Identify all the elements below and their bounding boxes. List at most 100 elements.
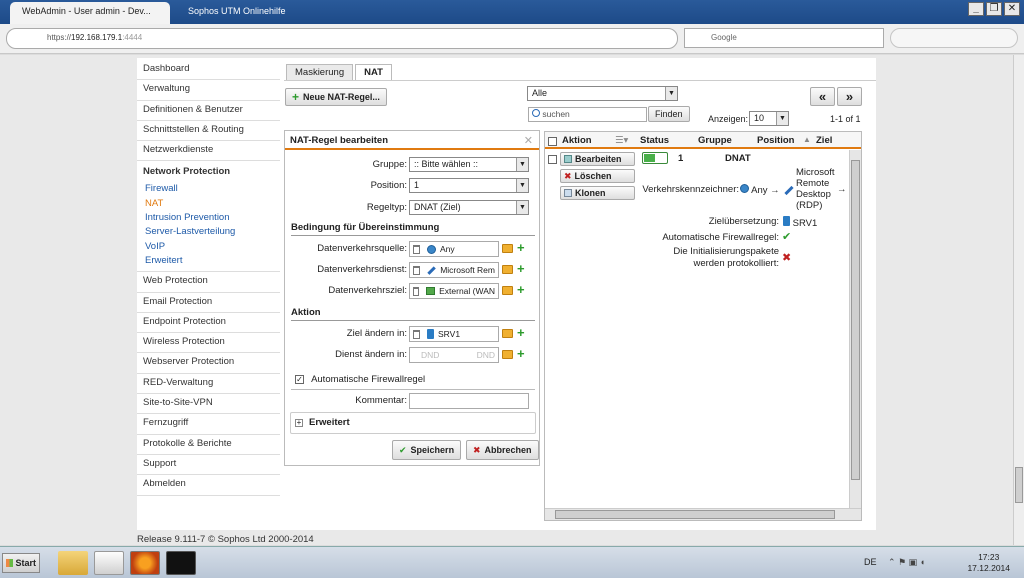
new-nat-rule-button[interactable]: + Neue NAT-Regel...	[285, 88, 387, 106]
sidebar-subitem-voip[interactable]: VoIP	[143, 240, 280, 254]
tray-icons[interactable]: ⌃ ⚑ ▣ ◖	[888, 557, 925, 568]
folder-icon[interactable]	[502, 329, 513, 338]
plus-icon[interactable]: +	[517, 325, 525, 340]
trash-icon[interactable]	[413, 265, 420, 275]
browser-tab-webadmin[interactable]: WebAdmin - User admin - Dev...	[10, 2, 170, 24]
column-group[interactable]: Gruppe	[698, 135, 732, 146]
sidebar-item-definitions[interactable]: Definitionen & Benutzer	[137, 101, 280, 121]
plus-icon[interactable]: +	[517, 346, 525, 361]
sidebar-group-title[interactable]: Network Protection	[143, 165, 280, 182]
browser-nav-controls[interactable]	[890, 28, 1018, 48]
change-service-field[interactable]: DND DND	[409, 347, 499, 363]
start-button[interactable]: Start	[2, 553, 40, 573]
translation-value: SRV1	[783, 216, 817, 229]
page-scrollbar-thumb[interactable]	[1015, 467, 1023, 503]
filter-select[interactable]: Alle ▼	[527, 86, 678, 101]
column-destination[interactable]: Ziel	[816, 135, 832, 146]
sidebar-item-logout[interactable]: Abmelden	[137, 475, 280, 496]
clock[interactable]: 17:23 17.12.2014	[967, 552, 1010, 574]
plus-icon[interactable]: +	[517, 282, 525, 297]
auto-firewall-checkbox[interactable]: ✓	[295, 374, 304, 384]
plus-icon[interactable]: +	[517, 261, 525, 276]
column-status[interactable]: Status	[640, 135, 669, 146]
sidebar-item-red[interactable]: RED-Verwaltung	[137, 374, 280, 395]
grid-horizontal-scrollbar[interactable]	[545, 508, 861, 520]
sidebar-subitem-ips[interactable]: Intrusion Prevention	[143, 211, 280, 225]
sidebar-item-email-protection[interactable]: Email Protection	[137, 293, 280, 313]
traffic-service-field[interactable]: Microsoft Rem	[409, 262, 499, 278]
show-count-value: 10	[754, 113, 765, 123]
sidebar-item-webserver-protection[interactable]: Webserver Protection	[137, 353, 280, 374]
position-select[interactable]: 1 ▼	[409, 178, 529, 193]
sidebar-item-remote-access[interactable]: Fernzugriff	[137, 414, 280, 435]
sidebar-subitem-firewall[interactable]: Firewall	[143, 182, 280, 196]
firefox-icon[interactable]	[130, 551, 160, 575]
folder-icon[interactable]	[502, 350, 513, 359]
sidebar-item-web-protection[interactable]: Web Protection	[137, 272, 280, 293]
edit-row-button[interactable]: Bearbeiten	[560, 152, 635, 166]
row-checkbox[interactable]	[548, 153, 557, 165]
folder-icon[interactable]	[502, 286, 513, 295]
status-toggle[interactable]	[642, 152, 668, 164]
find-button[interactable]: Finden	[648, 106, 690, 122]
language-indicator[interactable]: DE	[864, 557, 877, 567]
sidebar-item-dashboard[interactable]: Dashboard	[137, 60, 280, 81]
sidebar-item-endpoint-protection[interactable]: Endpoint Protection	[137, 313, 280, 334]
trash-icon[interactable]	[413, 244, 420, 254]
grid-search-input[interactable]: suchen	[528, 107, 647, 122]
ruletype-select[interactable]: DNAT (Ziel) ▼	[409, 200, 529, 215]
browser-search-input[interactable]: Google	[684, 28, 884, 48]
explorer-icon[interactable]	[58, 551, 88, 575]
minimize-button[interactable]: _	[968, 2, 984, 16]
service-icon	[784, 185, 794, 196]
clone-row-button[interactable]: Klonen	[560, 186, 635, 200]
sidebar-item-wireless-protection[interactable]: Wireless Protection	[137, 333, 280, 354]
sidebar-item-site-to-site-vpn[interactable]: Site-to-Site-VPN	[137, 394, 280, 415]
browser-tab-help[interactable]: Sophos UTM Onlinehilfe	[176, 2, 326, 24]
prev-page-button[interactable]: «	[810, 87, 835, 106]
traffic-destination-field[interactable]: External (WAN	[409, 283, 499, 299]
comment-input[interactable]	[409, 393, 529, 409]
page-scrollbar[interactable]	[1013, 55, 1024, 545]
expand-icon[interactable]: +	[295, 419, 303, 427]
sidebar-item-network-services[interactable]: Netzwerkdienste	[137, 141, 280, 162]
save-button[interactable]: ✔ Speichern	[392, 440, 462, 460]
url-bar[interactable]: https://192.168.179.1:4444	[6, 28, 678, 49]
tab-divider	[284, 80, 876, 81]
server-icon	[783, 216, 790, 226]
sidebar-item-verwaltung[interactable]: Verwaltung	[137, 80, 280, 101]
console-icon[interactable]	[166, 551, 196, 575]
tab-masquerading[interactable]: Maskierung	[286, 64, 354, 80]
close-icon[interactable]: ✕	[524, 134, 533, 147]
plus-icon[interactable]: +	[517, 240, 525, 255]
sidebar-item-support[interactable]: Support	[137, 455, 280, 476]
sidebar-subitem-advanced[interactable]: Erweitert	[143, 254, 280, 268]
change-destination-field[interactable]: SRV1	[409, 326, 499, 342]
tab-nat[interactable]: NAT	[355, 64, 392, 80]
sidebar-item-logs-reports[interactable]: Protokolle & Berichte	[137, 435, 280, 455]
close-window-button[interactable]: ✕	[1004, 2, 1020, 16]
grid-hscroll-thumb[interactable]	[555, 510, 835, 519]
grid-vscroll-thumb[interactable]	[851, 160, 860, 480]
traffic-source-field[interactable]: Any	[409, 241, 499, 257]
window-controls: _ ❐ ✕	[968, 2, 1020, 16]
cancel-button[interactable]: ✖ Abbrechen	[466, 440, 539, 460]
folder-icon[interactable]	[502, 244, 513, 253]
advanced-section[interactable]: + Erweitert	[290, 412, 536, 434]
sidebar-item-interfaces[interactable]: Schnittstellen & Routing	[137, 121, 280, 142]
column-action[interactable]: Aktion	[562, 135, 592, 146]
group-select[interactable]: :: Bitte wählen :: ▼	[409, 157, 529, 172]
column-menu-icon[interactable]: ☰▾	[615, 135, 628, 146]
trash-icon[interactable]	[413, 329, 420, 339]
grid-vertical-scrollbar[interactable]	[849, 150, 861, 508]
delete-row-button[interactable]: ✖ Löschen	[560, 169, 635, 183]
sidebar-subitem-load-balancing[interactable]: Server-Lastverteilung	[143, 225, 280, 239]
media-player-icon[interactable]	[94, 551, 124, 575]
folder-icon[interactable]	[502, 265, 513, 274]
column-position[interactable]: Position	[757, 135, 794, 146]
restore-button[interactable]: ❐	[986, 2, 1002, 16]
show-count-select[interactable]: 10 ▼	[749, 111, 789, 126]
next-page-button[interactable]: »	[837, 87, 862, 106]
sidebar-subitem-nat[interactable]: NAT	[143, 197, 280, 211]
trash-icon[interactable]	[413, 286, 420, 296]
